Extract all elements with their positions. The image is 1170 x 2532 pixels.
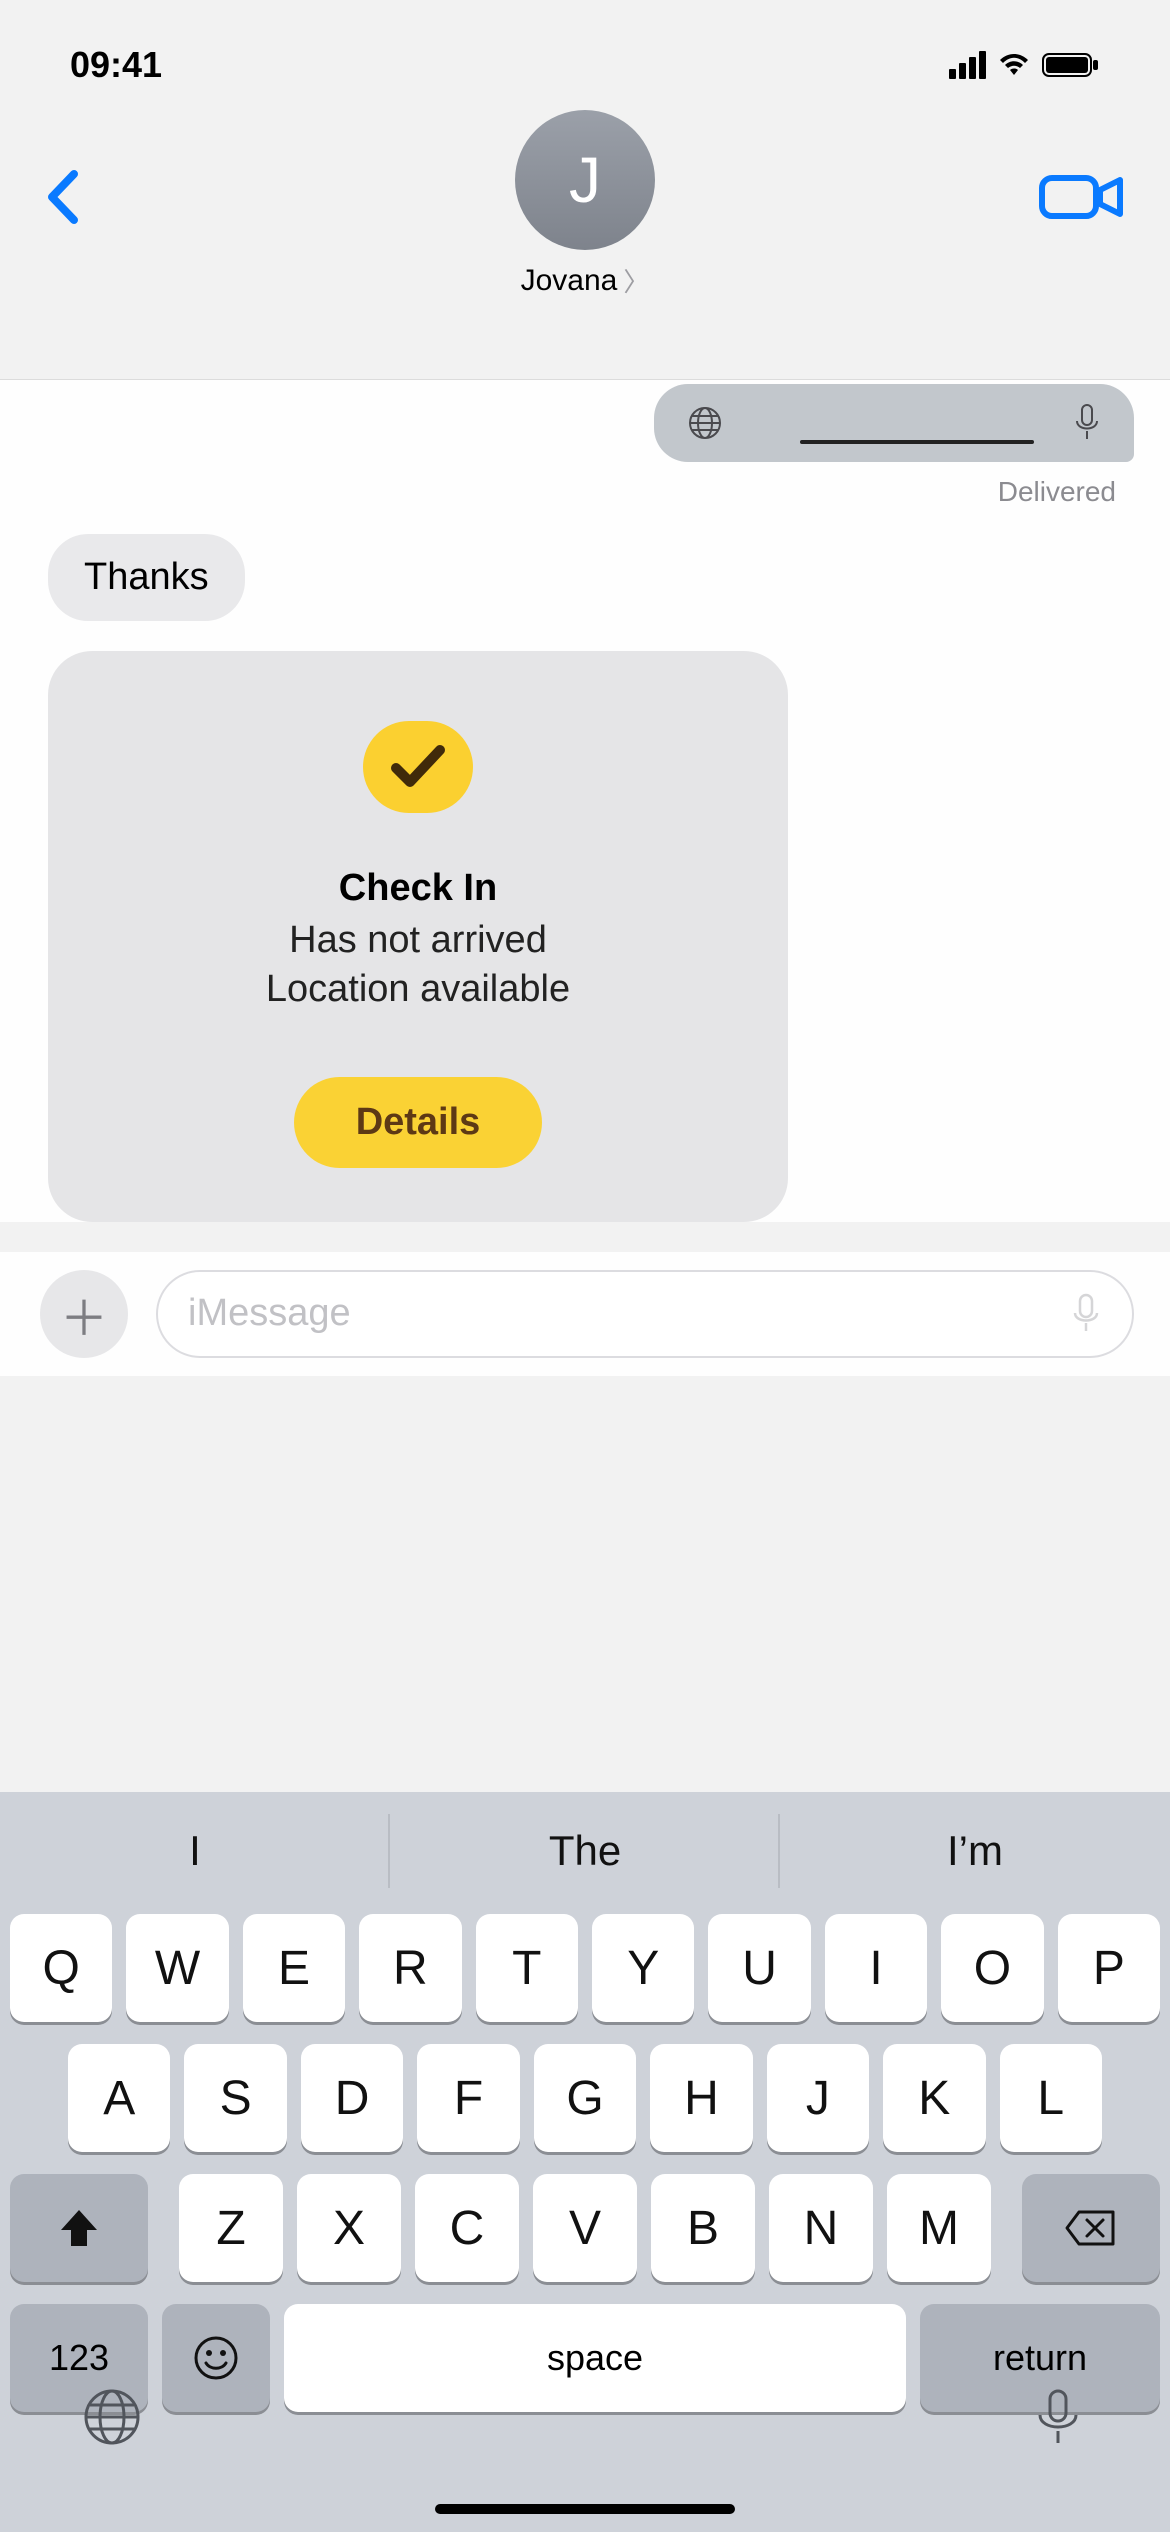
- keyboard: I The I’m Q W E R T Y U I O P A S D F G …: [0, 1792, 1170, 2532]
- checkmark-icon: [390, 744, 446, 790]
- message-text: Thanks: [84, 556, 209, 598]
- key-a[interactable]: A: [68, 2044, 170, 2152]
- mic-icon[interactable]: [1070, 1293, 1102, 1335]
- facetime-button[interactable]: [1038, 110, 1126, 229]
- key-o[interactable]: O: [941, 1914, 1043, 2022]
- home-indicator[interactable]: [435, 2504, 735, 2514]
- conversation-header: J Jovana 〉: [0, 110, 1170, 380]
- mic-icon: [1072, 403, 1102, 443]
- back-button[interactable]: [40, 110, 88, 229]
- suggestion-3[interactable]: I’m: [780, 1796, 1170, 1906]
- contact-info[interactable]: J Jovana 〉: [515, 110, 655, 299]
- key-i[interactable]: I: [825, 1914, 927, 2022]
- key-row-3: Z X C V B N M: [10, 2174, 1160, 2282]
- status-right: [949, 51, 1100, 79]
- status-bar: 09:41: [0, 0, 1170, 110]
- shift-key[interactable]: [10, 2174, 148, 2282]
- chevron-left-icon: [40, 170, 88, 224]
- message-input[interactable]: iMessage: [156, 1270, 1134, 1358]
- key-u[interactable]: U: [708, 1914, 810, 2022]
- key-n[interactable]: N: [769, 2174, 873, 2282]
- key-t[interactable]: T: [476, 1914, 578, 2022]
- suggestion-bar: I The I’m: [0, 1796, 1170, 1906]
- wifi-icon: [996, 51, 1032, 79]
- key-s[interactable]: S: [184, 2044, 286, 2152]
- key-q[interactable]: Q: [10, 1914, 112, 2022]
- key-e[interactable]: E: [243, 1914, 345, 2022]
- avatar: J: [515, 110, 655, 250]
- suggestion-1[interactable]: I: [0, 1796, 390, 1906]
- globe-icon[interactable]: [80, 2385, 144, 2449]
- key-h[interactable]: H: [650, 2044, 752, 2152]
- key-p[interactable]: P: [1058, 1914, 1160, 2022]
- key-row-1: Q W E R T Y U I O P: [10, 1914, 1160, 2022]
- key-x[interactable]: X: [297, 2174, 401, 2282]
- key-f[interactable]: F: [417, 2044, 519, 2152]
- key-row-2: A S D F G H J K L: [10, 2044, 1160, 2152]
- delivered-label: Delivered: [36, 462, 1134, 534]
- checkin-title: Check In: [339, 867, 497, 910]
- key-j[interactable]: J: [767, 2044, 869, 2152]
- backspace-icon: [1065, 2208, 1117, 2248]
- key-l[interactable]: L: [1000, 2044, 1102, 2152]
- key-w[interactable]: W: [126, 1914, 228, 2022]
- key-c[interactable]: C: [415, 2174, 519, 2282]
- key-m[interactable]: M: [887, 2174, 991, 2282]
- suggestion-2[interactable]: The: [390, 1796, 780, 1906]
- input-placeholder: iMessage: [188, 1292, 351, 1335]
- key-g[interactable]: G: [534, 2044, 636, 2152]
- key-d[interactable]: D: [301, 2044, 403, 2152]
- checkin-status-line2: Location available: [266, 965, 570, 1014]
- video-icon: [1038, 170, 1126, 224]
- key-k[interactable]: K: [883, 2044, 985, 2152]
- message-input-row: ＋ iMessage: [0, 1252, 1170, 1376]
- outgoing-message-preview[interactable]: [654, 384, 1134, 462]
- checkin-status-line1: Has not arrived: [289, 916, 547, 965]
- battery-icon: [1042, 51, 1100, 79]
- mic-icon[interactable]: [1026, 2385, 1090, 2449]
- checkin-card[interactable]: Check In Has not arrived Location availa…: [48, 651, 788, 1222]
- key-r[interactable]: R: [359, 1914, 461, 2022]
- checkin-badge: [363, 721, 473, 813]
- key-v[interactable]: V: [533, 2174, 637, 2282]
- globe-icon: [686, 404, 724, 442]
- contact-name: Jovana: [521, 264, 618, 298]
- incoming-message[interactable]: Thanks: [48, 534, 245, 621]
- cellular-signal-icon: [949, 51, 986, 79]
- key-y[interactable]: Y: [592, 1914, 694, 2022]
- chevron-right-icon: 〉: [623, 262, 649, 299]
- messages-area[interactable]: Delivered Thanks Check In Has not arrive…: [0, 380, 1170, 1222]
- shift-icon: [57, 2206, 101, 2250]
- key-z[interactable]: Z: [179, 2174, 283, 2282]
- details-button[interactable]: Details: [294, 1077, 543, 1168]
- avatar-initial: J: [569, 143, 601, 217]
- status-time: 09:41: [70, 44, 162, 86]
- plus-button[interactable]: ＋: [40, 1270, 128, 1358]
- backspace-key[interactable]: [1022, 2174, 1160, 2282]
- plus-icon: ＋: [60, 1279, 108, 1349]
- key-b[interactable]: B: [651, 2174, 755, 2282]
